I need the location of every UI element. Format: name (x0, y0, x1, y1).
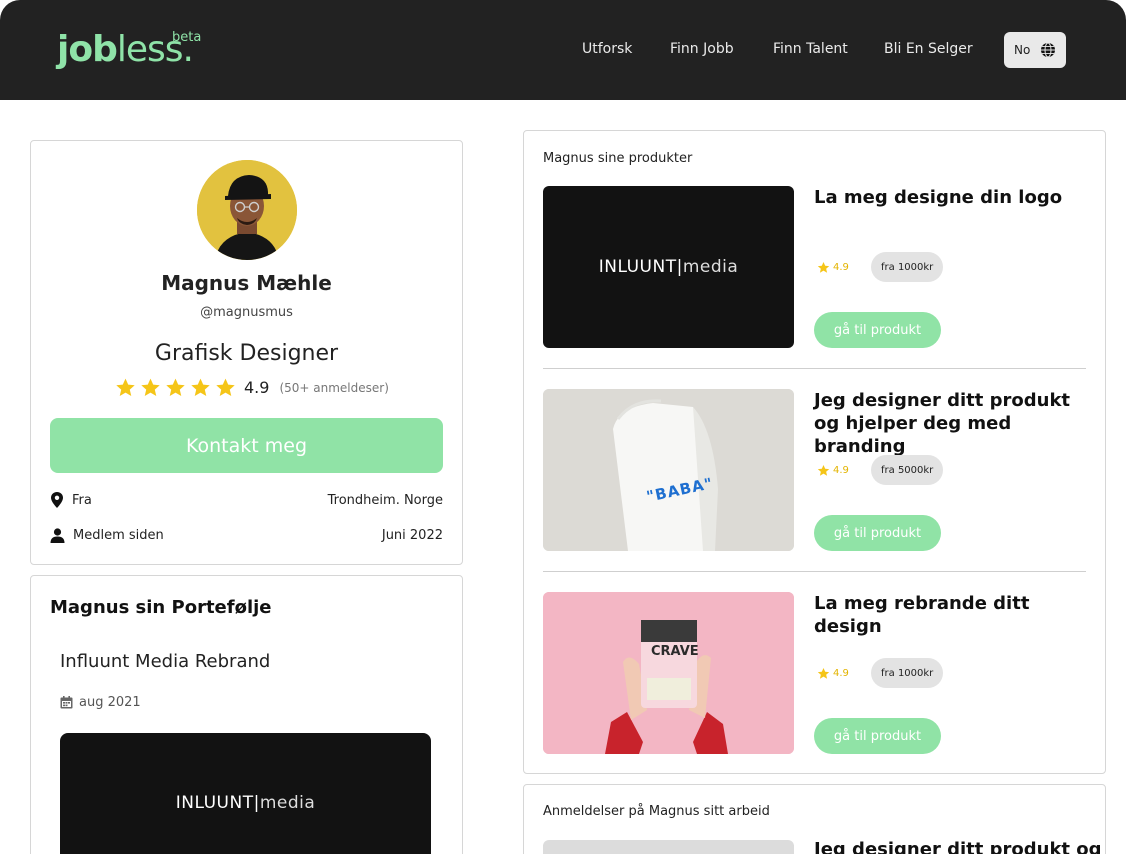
product-rating: 4.9 (817, 464, 849, 477)
divider (543, 368, 1086, 369)
location-label: Fra (72, 492, 92, 508)
review-image[interactable] (543, 840, 794, 854)
nav-finn-jobb[interactable]: Finn Jobb (670, 41, 734, 57)
product-title[interactable]: Jeg designer ditt produkt og hjelper deg… (814, 389, 1089, 458)
language-label: No (1014, 43, 1031, 57)
member-since-label: Medlem siden (73, 528, 164, 543)
media-logo-light: media (682, 257, 739, 277)
review-title[interactable]: Jeg designer ditt produkt og (814, 839, 1102, 854)
portfolio-image[interactable]: INLUUNT|media (60, 733, 431, 854)
reviews-heading: Anmeldelser på Magnus sitt arbeid (543, 804, 770, 819)
profile-rating: 4.9 (50+ anmeldeser) (115, 377, 389, 398)
product-image[interactable]: INLUUNT|media (543, 186, 794, 348)
product-item: "BABA" Jeg designer ditt produkt og hjel… (543, 389, 1086, 551)
product-rating: 4.9 (817, 261, 849, 274)
portfolio-date: aug 2021 (60, 695, 141, 710)
crave-label: CRAVE (651, 644, 699, 659)
contact-button[interactable]: Kontakt meg (50, 418, 443, 473)
influunt-media-logo: INLUUNT|media (598, 257, 739, 277)
media-logo-bold: INLUUNT (598, 257, 677, 277)
star-icon (166, 378, 185, 396)
go-to-product-button[interactable]: gå til produkt (814, 312, 941, 348)
influunt-media-logo: INLUUNT|media (175, 793, 316, 813)
location-value: Trondheim. Norge (327, 492, 443, 508)
beta-badge: beta (172, 30, 202, 45)
product-item: INLUUNT|media La meg designe din logo 4.… (543, 186, 1086, 348)
product-image[interactable]: CRAVE (543, 592, 794, 754)
logo-bold-text: job (57, 29, 118, 70)
product-rating-value: 4.9 (833, 465, 849, 476)
star-icon (141, 378, 160, 396)
star-icon (817, 464, 830, 476)
user-icon (50, 528, 65, 543)
portfolio-date-text: aug 2021 (79, 695, 141, 710)
nav-bli-en-selger[interactable]: Bli En Selger (884, 41, 973, 57)
nav-utforsk[interactable]: Utforsk (582, 41, 632, 57)
media-logo-light: media (259, 793, 316, 813)
product-rating-value: 4.9 (833, 668, 849, 679)
top-navbar: jobless. beta Utforsk Finn Jobb Finn Tal… (0, 0, 1126, 100)
product-image[interactable]: "BABA" (543, 389, 794, 551)
go-to-product-button[interactable]: gå til produkt (814, 718, 941, 754)
price-badge: fra 1000kr (871, 252, 944, 282)
star-icon (817, 667, 830, 679)
products-card: Magnus sine produkter INLUUNT|media La m… (523, 130, 1106, 774)
price-badge: fra 5000kr (871, 455, 944, 485)
star-icon (116, 378, 135, 396)
star-icon (191, 378, 210, 396)
portfolio-heading: Magnus sin Portefølje (50, 597, 272, 618)
language-button[interactable]: No (1004, 32, 1066, 68)
profile-card: Magnus Mæhle @magnusmus Grafisk Designer… (30, 140, 463, 565)
portfolio-card: Magnus sin Portefølje Influunt Media Reb… (30, 575, 463, 854)
product-title[interactable]: La meg rebrande ditt design (814, 592, 1089, 638)
calendar-icon (60, 696, 73, 709)
nav-finn-talent[interactable]: Finn Talent (773, 41, 848, 57)
media-logo-bold: INLUUNT (175, 793, 254, 813)
products-heading: Magnus sine produkter (543, 151, 693, 166)
star-icon (216, 378, 235, 396)
product-rating-value: 4.9 (833, 262, 849, 273)
snack-illustration (543, 592, 794, 754)
profile-title: Grafisk Designer (154, 341, 339, 366)
divider (543, 571, 1086, 572)
profile-handle: @magnusmus (200, 305, 293, 320)
location-row: Fra Trondheim. Norge (50, 492, 443, 508)
avatar (197, 160, 297, 260)
avatar-illustration (197, 160, 297, 260)
rating-value: 4.9 (244, 378, 270, 397)
product-item: CRAVE La meg rebrande ditt design 4.9 fr… (543, 592, 1086, 754)
go-to-product-button[interactable]: gå til produkt (814, 515, 941, 551)
profile-name: Magnus Mæhle (161, 271, 332, 295)
star-icon (817, 261, 830, 273)
reviews-card: Anmeldelser på Magnus sitt arbeid Jeg de… (523, 784, 1106, 854)
product-title[interactable]: La meg designe din logo (814, 186, 1089, 209)
globe-icon (1041, 42, 1055, 58)
product-rating: 4.9 (817, 667, 849, 680)
member-since-row: Medlem siden Juni 2022 (50, 528, 443, 543)
review-count: (50+ anmeldeser) (279, 380, 389, 395)
bag-illustration (543, 389, 794, 551)
price-badge: fra 1000kr (871, 658, 944, 688)
member-since-value: Juni 2022 (381, 528, 443, 543)
location-pin-icon (51, 492, 63, 508)
portfolio-item-title[interactable]: Influunt Media Rebrand (60, 651, 270, 672)
